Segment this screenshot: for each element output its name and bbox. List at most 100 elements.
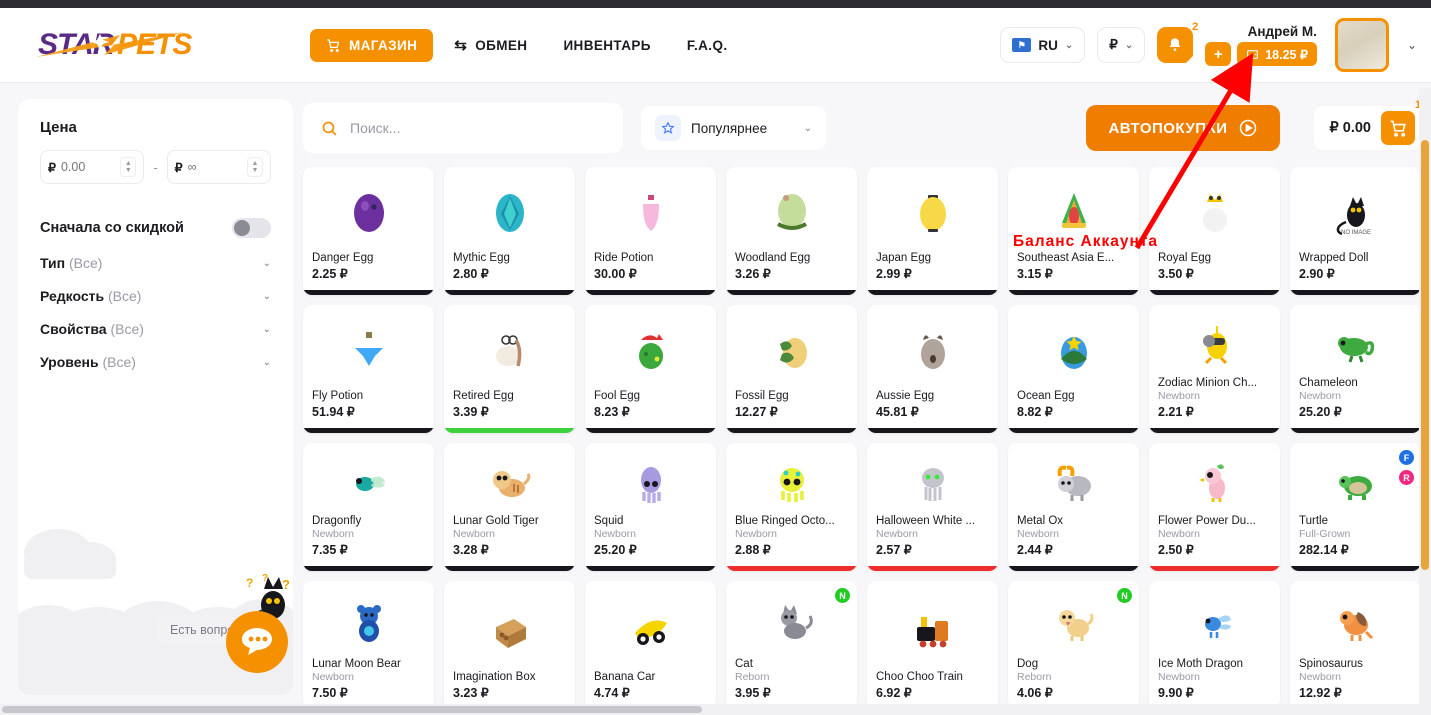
product-card[interactable]: Zodiac Minion Ch... Newborn 2.21 ₽ (1149, 305, 1280, 433)
product-card[interactable]: Metal Ox Newborn 2.44 ₽ (1008, 443, 1139, 571)
price-max-input[interactable] (187, 160, 242, 174)
product-card[interactable]: Ice Moth Dragon Newborn 9.90 ₽ (1149, 581, 1280, 709)
price-max-field[interactable]: ₽ ▲▼ (166, 150, 271, 184)
product-card[interactable]: Southeast Asia E... 3.15 ₽ (1008, 167, 1139, 295)
product-card[interactable]: Lunar Moon Bear Newborn 7.50 ₽ (303, 581, 434, 709)
product-info: Mythic Egg 2.80 ₽ (444, 251, 575, 290)
product-card[interactable]: Spinosaurus Newborn 12.92 ₽ (1290, 581, 1421, 709)
chat-widget-button[interactable] (226, 611, 288, 673)
product-card[interactable]: Halloween White ... Newborn 2.57 ₽ (867, 443, 998, 571)
sidebar-filter-rarity[interactable]: Редкость (Все) ⌄ (40, 271, 271, 304)
cart-button[interactable] (1381, 111, 1415, 145)
product-card[interactable]: FR Turtle Full-Grown 282.14 ₽ (1290, 443, 1421, 571)
product-card[interactable]: Choo Choo Train 6.92 ₽ (867, 581, 998, 709)
product-card[interactable]: Chameleon Newborn 25.20 ₽ (1290, 305, 1421, 433)
search-input[interactable] (350, 120, 605, 136)
filter-type-value: (Все) (68, 255, 103, 271)
sidebar-filter-properties[interactable]: Свойства (Все) ⌄ (40, 304, 271, 337)
horizontal-scrollbar-thumb[interactable] (2, 706, 702, 713)
nav-item-inventory[interactable]: ИНВЕНТАРЬ (548, 29, 665, 62)
vertical-scrollbar-thumb[interactable] (1421, 140, 1429, 570)
discount-first-toggle[interactable] (232, 218, 271, 238)
badge-f-icon: F (1399, 450, 1414, 465)
product-price: 2.90 ₽ (1299, 267, 1335, 281)
nav-item-shop[interactable]: МАГАЗИН (310, 28, 434, 62)
product-subtitle: Newborn (735, 528, 778, 540)
product-card[interactable]: Ride Potion 30.00 ₽ (585, 167, 716, 295)
product-card[interactable]: Fool Egg 8.23 ₽ (585, 305, 716, 433)
product-card[interactable]: Danger Egg 2.25 ₽ (303, 167, 434, 295)
product-card[interactable]: Fossil Egg 12.27 ₽ (726, 305, 857, 433)
autopurchase-button[interactable]: АВТОПОКУПКИ (1086, 105, 1280, 151)
product-name: Royal Egg (1158, 252, 1212, 264)
product-price: 45.81 ₽ (876, 405, 919, 419)
product-card[interactable]: Royal Egg 3.50 ₽ (1149, 167, 1280, 295)
price-min-field[interactable]: ₽ ▲▼ (40, 150, 145, 184)
range-dash: - (153, 159, 158, 175)
product-price: 4.74 ₽ (594, 686, 630, 700)
squid-icon (640, 466, 661, 503)
product-image (726, 167, 857, 251)
product-card[interactable]: Japan Egg 2.99 ₽ (867, 167, 998, 295)
product-info: Aussie Egg 45.81 ₽ (867, 389, 998, 428)
product-image (1008, 167, 1139, 251)
product-card[interactable]: Imagination Box 3.23 ₽ (444, 581, 575, 709)
sort-dropdown[interactable]: Популярнее ⌄ (641, 106, 826, 150)
notifications-button[interactable]: 2 (1157, 21, 1198, 64)
sidebar-filter-type[interactable]: Тип (Все) ⌄ (40, 238, 271, 271)
vertical-scrollbar[interactable] (1419, 88, 1431, 715)
product-card[interactable]: Blue Ringed Octo... Newborn 2.88 ₽ (726, 443, 857, 571)
nav-item-faq[interactable]: F.A.Q. (672, 29, 743, 62)
product-image (867, 443, 998, 514)
product-card[interactable]: Flower Power Du... Newborn 2.50 ₽ (1149, 443, 1280, 571)
product-card[interactable]: Banana Car 4.74 ₽ (585, 581, 716, 709)
product-card[interactable]: N Cat Reborn 3.95 ₽ (726, 581, 857, 709)
currency-selector[interactable]: ₽ ⌄ (1097, 27, 1146, 63)
product-card[interactable]: Lunar Gold Tiger Newborn 3.28 ₽ (444, 443, 575, 571)
product-card[interactable]: Dragonfly Newborn 7.35 ₽ (303, 443, 434, 571)
sidebar-filter-level[interactable]: Уровень (Все) ⌄ (40, 337, 271, 370)
product-info: Retired Egg 3.39 ₽ (444, 389, 575, 428)
shop-toolbar: Популярнее ⌄ АВТОПОКУПКИ ₽ 0.00 1 (303, 99, 1421, 157)
nav-item-exchange[interactable]: ⇆ ОБМЕН (439, 27, 542, 63)
egg-fool-icon (638, 334, 663, 369)
product-card[interactable]: NO IMAGE Wrapped Doll 2.90 ₽ (1290, 167, 1421, 295)
product-image (303, 305, 434, 389)
product-card[interactable]: Aussie Egg 45.81 ₽ (867, 305, 998, 433)
product-card[interactable]: Ocean Egg 8.82 ₽ (1008, 305, 1139, 433)
product-card[interactable]: Mythic Egg 2.80 ₽ (444, 167, 575, 295)
product-name: Southeast Asia E... (1017, 252, 1115, 264)
price-min-input[interactable] (60, 160, 116, 174)
egg-fossil-icon (779, 338, 807, 368)
add-funds-button[interactable]: + (1205, 42, 1232, 66)
ruble-icon: ₽ (174, 160, 183, 175)
product-card[interactable]: Squid Newborn 25.20 ₽ (585, 443, 716, 571)
duck-flower-icon (1198, 463, 1225, 502)
search-field[interactable] (303, 103, 623, 153)
product-image (444, 305, 575, 389)
discount-first-row: Сначала со скидкой (40, 218, 271, 238)
avatar[interactable] (1334, 18, 1389, 72)
product-image: NO IMAGE (1290, 167, 1421, 251)
chevron-down-icon[interactable]: ⌄ (1407, 38, 1417, 52)
turtle-icon (1338, 475, 1372, 500)
horizontal-scrollbar[interactable] (0, 704, 1419, 715)
price-max-stepper[interactable]: ▲ ▼ (247, 157, 263, 177)
starpets-logo[interactable]: STAR PETS (34, 25, 230, 65)
account-balance-button[interactable]: 18.25 ₽ (1237, 42, 1317, 66)
main-content: Популярнее ⌄ АВТОПОКУПКИ ₽ 0.00 1 (303, 99, 1421, 715)
price-min-stepper[interactable]: ▲ ▼ (120, 157, 137, 177)
product-price: 2.99 ₽ (876, 267, 912, 281)
cat-grey-icon (780, 605, 813, 639)
badge-n-icon: N (1117, 588, 1132, 603)
product-name: Choo Choo Train (876, 671, 963, 683)
product-price: 2.50 ₽ (1158, 543, 1194, 557)
product-status-bar (1290, 290, 1421, 295)
language-selector[interactable]: ⚑ RU ⌄ (1000, 27, 1086, 63)
product-subtitle: Reborn (735, 671, 770, 683)
product-card[interactable]: N Dog Reborn 4.06 ₽ (1008, 581, 1139, 709)
product-price: 2.44 ₽ (1017, 543, 1053, 557)
product-card[interactable]: Fly Potion 51.94 ₽ (303, 305, 434, 433)
product-card[interactable]: Woodland Egg 3.26 ₽ (726, 167, 857, 295)
product-card[interactable]: Retired Egg 3.39 ₽ (444, 305, 575, 433)
